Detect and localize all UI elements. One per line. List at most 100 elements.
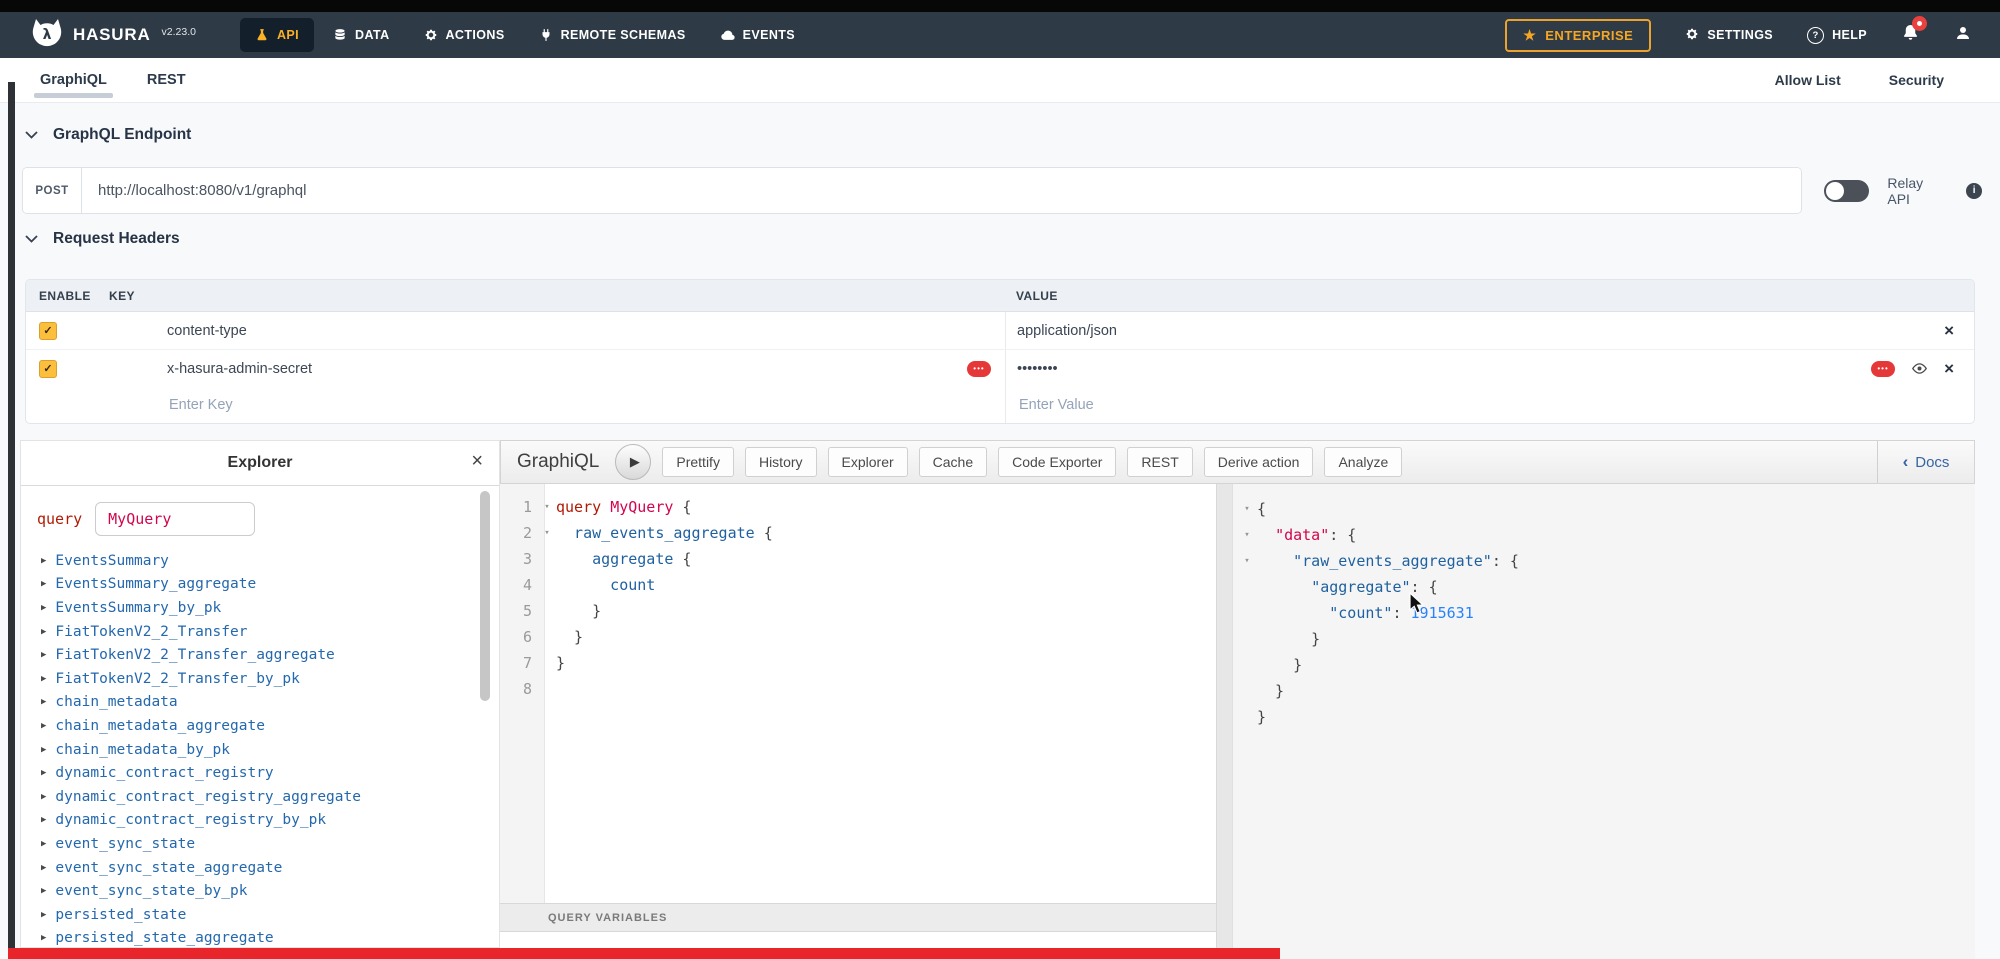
brand-name: HASURA <box>73 25 151 45</box>
toolbar-button-history[interactable]: History <box>745 447 817 477</box>
headers-section-header[interactable]: Request Headers <box>25 230 180 248</box>
help-button[interactable]: ? HELP <box>1807 27 1867 44</box>
expand-arrow-icon: ▶ <box>41 768 46 778</box>
play-icon: ▶ <box>630 454 640 470</box>
remove-header-icon[interactable]: × <box>1944 360 1954 377</box>
header-key[interactable]: content-type <box>167 323 247 339</box>
new-header-key-input[interactable] <box>167 396 913 414</box>
header-enable-checkbox[interactable]: ✓ <box>39 322 57 340</box>
explorer-field-fiattokenv2-2-transfer[interactable]: ▶FiatTokenV2_2_Transfer <box>35 620 489 644</box>
explorer-field-dynamic-contract-registry[interactable]: ▶dynamic_contract_registry <box>35 761 489 785</box>
fold-gutter <box>1237 652 1257 678</box>
query-variables-bar[interactable]: QUERY VARIABLES <box>500 903 1216 932</box>
header-enable-checkbox[interactable]: ✓ <box>39 360 57 378</box>
execute-query-button[interactable]: ▶ <box>615 444 651 480</box>
explorer-scrollbar[interactable] <box>480 491 490 701</box>
secret-badge[interactable]: ••• <box>1871 361 1895 377</box>
info-icon[interactable]: i <box>1966 183 1982 199</box>
fold-gutter <box>538 598 556 624</box>
query-name-input[interactable] <box>95 502 255 536</box>
explorer-field-dynamic-contract-registry-by-pk[interactable]: ▶dynamic_contract_registry_by_pk <box>35 809 489 833</box>
expand-arrow-icon: ▶ <box>41 910 46 920</box>
relay-api-toggle[interactable] <box>1824 180 1870 202</box>
toolbar-button-rest[interactable]: REST <box>1127 447 1192 477</box>
toolbar-button-derive-action[interactable]: Derive action <box>1204 447 1314 477</box>
response-pane: ▾{▾ "data": {▾ "raw_events_aggregate": {… <box>1233 484 1975 959</box>
field-label: FiatTokenV2_2_Transfer_by_pk <box>55 671 299 687</box>
fold-arrow-icon[interactable]: ▾ <box>1237 522 1257 548</box>
query-editor[interactable]: 1▾query MyQuery {2▾ raw_events_aggregate… <box>500 484 1216 959</box>
explorer-field-eventssummary[interactable]: ▶EventsSummary <box>35 549 489 573</box>
explorer-field-event-sync-state[interactable]: ▶event_sync_state <box>35 832 489 856</box>
explorer-field-event-sync-state-aggregate[interactable]: ▶event_sync_state_aggregate <box>35 856 489 880</box>
nav-item-events[interactable]: EVENTS <box>703 12 812 58</box>
api-tab-bar: GraphiQL REST Allow List Security <box>0 58 2000 103</box>
field-label: FiatTokenV2_2_Transfer <box>55 624 247 640</box>
response-code-line: } <box>1233 678 1975 704</box>
line-number: 6 <box>500 624 538 650</box>
col-enable: ENABLE <box>26 289 109 303</box>
explorer-field-eventssummary-aggregate[interactable]: ▶EventsSummary_aggregate <box>35 573 489 597</box>
explorer-field-eventssummary-by-pk[interactable]: ▶EventsSummary_by_pk <box>35 596 489 620</box>
notifications-bell[interactable] <box>1901 23 1920 47</box>
enterprise-button[interactable]: ★ ENTERPRISE <box>1505 19 1651 52</box>
fold-arrow-icon[interactable]: ▾ <box>538 520 556 546</box>
endpoint-row: POST Relay API i <box>22 167 1982 214</box>
field-label: event_sync_state_by_pk <box>55 883 247 899</box>
explorer-field-persisted-state[interactable]: ▶persisted_state <box>35 903 489 927</box>
tab-rest[interactable]: REST <box>147 58 186 102</box>
endpoint-url-input[interactable] <box>82 168 1801 213</box>
nav-item-remote-schemas[interactable]: REMOTE SCHEMAS <box>522 12 703 58</box>
tab-allow-list[interactable]: Allow List <box>1775 72 1841 88</box>
fold-arrow-icon[interactable]: ▾ <box>1237 548 1257 574</box>
expand-arrow-icon: ▶ <box>41 579 46 589</box>
expand-arrow-icon: ▶ <box>41 745 46 755</box>
explorer-field-chain-metadata-by-pk[interactable]: ▶chain_metadata_by_pk <box>35 738 489 762</box>
close-icon[interactable]: × <box>471 451 483 471</box>
settings-button[interactable]: SETTINGS <box>1685 27 1773 44</box>
tab-security[interactable]: Security <box>1889 72 1944 88</box>
explorer-field-chain-metadata-aggregate[interactable]: ▶chain_metadata_aggregate <box>35 714 489 738</box>
toolbar-button-analyze[interactable]: Analyze <box>1324 447 1402 477</box>
toolbar-button-prettify[interactable]: Prettify <box>662 447 734 477</box>
new-header-value-input[interactable] <box>1017 396 1864 414</box>
query-code-line: 6 } <box>500 624 1216 650</box>
header-key[interactable]: x-hasura-admin-secret <box>167 361 312 377</box>
endpoint-section-header[interactable]: GraphQL Endpoint <box>25 126 191 144</box>
query-code-line: 5 } <box>500 598 1216 624</box>
tab-graphiql[interactable]: GraphiQL <box>40 58 107 102</box>
fold-gutter <box>1237 626 1257 652</box>
fold-arrow-icon[interactable]: ▾ <box>538 494 556 520</box>
fold-arrow-icon[interactable]: ▾ <box>1237 496 1257 522</box>
header-value[interactable]: •••••••• <box>1017 361 1058 377</box>
nav-right: ★ ENTERPRISE SETTINGS ? HELP <box>1505 19 1972 52</box>
nav-item-api[interactable]: API <box>240 18 314 52</box>
user-menu[interactable] <box>1954 24 1972 47</box>
nav-item-data[interactable]: DATA <box>316 12 406 58</box>
editor-response-divider[interactable] <box>1216 484 1233 959</box>
explorer-field-fiattokenv2-2-transfer-by-pk[interactable]: ▶FiatTokenV2_2_Transfer_by_pk <box>35 667 489 691</box>
eye-icon[interactable] <box>1911 360 1928 377</box>
col-key: KEY <box>109 289 1005 303</box>
explorer-field-chain-metadata[interactable]: ▶chain_metadata <box>35 691 489 715</box>
nav-item-actions[interactable]: ACTIONS <box>407 12 522 58</box>
header-value[interactable]: application/json <box>1017 323 1117 339</box>
query-keyword-label: query <box>37 510 82 528</box>
toolbar-button-explorer[interactable]: Explorer <box>828 447 908 477</box>
field-label: EventsSummary_by_pk <box>55 600 221 616</box>
explorer-field-event-sync-state-by-pk[interactable]: ▶event_sync_state_by_pk <box>35 879 489 903</box>
toolbar-button-cache[interactable]: Cache <box>919 447 987 477</box>
remove-header-icon[interactable]: × <box>1944 322 1954 339</box>
main-nav: APIDATAACTIONSREMOTE SCHEMASEVENTS <box>238 12 812 58</box>
hasura-brand[interactable]: λ HASURA v2.23.0 <box>30 17 196 53</box>
secret-badge[interactable]: ••• <box>967 361 991 377</box>
flask-icon <box>255 28 269 42</box>
fold-gutter <box>538 624 556 650</box>
field-label: EventsSummary <box>55 553 169 569</box>
explorer-field-fiattokenv2-2-transfer-aggregate[interactable]: ▶FiatTokenV2_2_Transfer_aggregate <box>35 643 489 667</box>
explorer-field-dynamic-contract-registry-aggregate[interactable]: ▶dynamic_contract_registry_aggregate <box>35 785 489 809</box>
docs-toggle[interactable]: ‹ Docs <box>1877 441 1974 483</box>
toolbar-button-code-exporter[interactable]: Code Exporter <box>998 447 1116 477</box>
help-label: HELP <box>1832 28 1867 42</box>
explorer-field-persisted-state-aggregate[interactable]: ▶persisted_state_aggregate <box>35 927 489 951</box>
